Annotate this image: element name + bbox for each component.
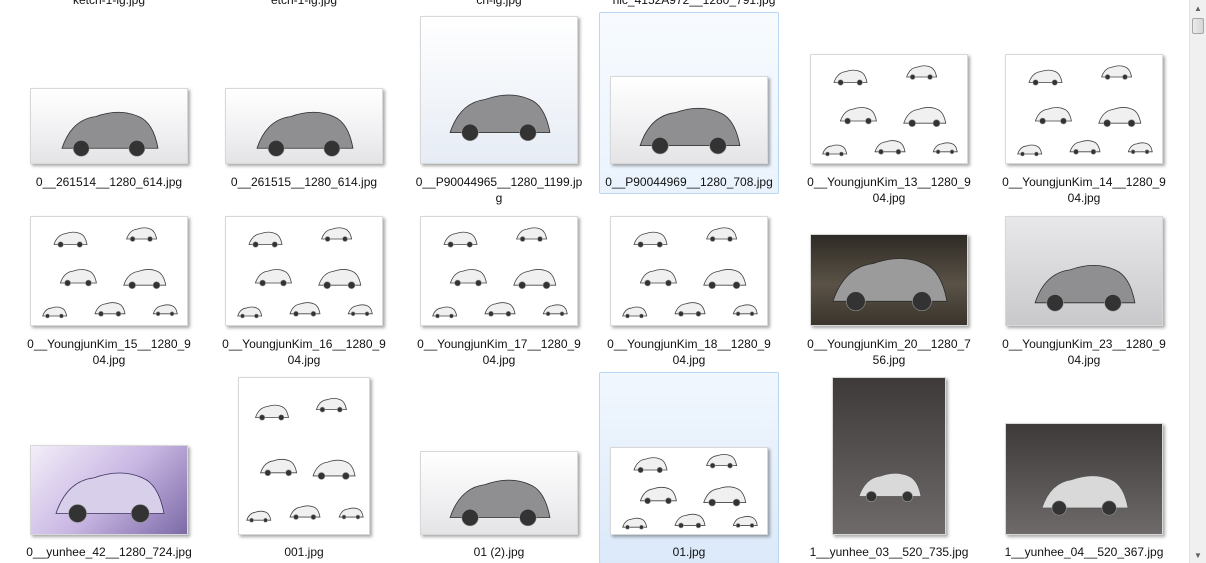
- sports-car-render-thumbnail: [420, 451, 578, 535]
- file-name-line: 0__YoungjunKim_23__1280_9: [1002, 337, 1166, 351]
- file-name-label: 01.jpg: [600, 544, 778, 560]
- hatchback-render-thumbnail: [30, 88, 188, 164]
- file-name-label: 0__YoungjunKim_16__1280_9 04.jpg: [215, 336, 393, 368]
- coupe-render-thumbnail: [810, 234, 968, 326]
- file-item[interactable]: 0__YoungjunKim_13__1280_9 04.jpg: [799, 12, 979, 210]
- file-name-label: 0__YoungjunKim_15__1280_9 04.jpg: [20, 336, 198, 368]
- file-name-label: 0__P90044969__1280_708.jpg: [600, 174, 778, 190]
- file-name-label: 0__261515__1280_614.jpg: [215, 174, 393, 190]
- sketch-sheet-thumbnail: [1005, 54, 1163, 164]
- file-name-line: 04.jpg: [1067, 191, 1101, 205]
- luxury-sedan-thumbnail: [610, 76, 768, 164]
- file-item[interactable]: 0__YoungjunKim_20__1280_7 56.jpg: [799, 212, 979, 372]
- file-name-line: 01 (2).jpg: [473, 545, 525, 559]
- file-name-label: ch-lg.jpg: [410, 0, 588, 8]
- thumbnail-grid: ketch-1-lg.jpg etch-1-lg.jpg ch-lg.jpg nlc_…: [0, 0, 1188, 563]
- file-name-label: 001.jpg: [215, 544, 393, 560]
- file-name-line: 1__yunhee_04__520_367.jpg: [1004, 545, 1164, 559]
- file-name-label: ketch-1-lg.jpg: [20, 0, 198, 8]
- model-car-photo-thumbnail: [1005, 423, 1163, 535]
- file-item[interactable]: etch-1-lg.jpg: [214, 0, 394, 12]
- file-name-line: 001.jpg: [284, 545, 324, 559]
- file-item[interactable]: 0__YoungjunKim_14__1280_9 04.jpg: [994, 12, 1174, 210]
- file-name-line: 01.jpg: [672, 545, 706, 559]
- presentation-board-thumbnail: [610, 447, 768, 535]
- vertical-scrollbar[interactable]: ▲ ▼: [1189, 0, 1206, 563]
- file-item[interactable]: 01.jpg: [599, 372, 779, 563]
- sketch-and-render-thumbnail: [238, 377, 370, 535]
- file-name-line: nlc_4152A972__1280_791.jpg: [612, 0, 776, 7]
- scroll-up-arrow-icon[interactable]: ▲: [1190, 0, 1206, 16]
- file-name-line: 04.jpg: [287, 353, 321, 367]
- file-item[interactable]: 0__261514__1280_614.jpg: [19, 12, 199, 194]
- file-name-line: 0__YoungjunKim_16__1280_9: [222, 337, 386, 351]
- file-name-line: 04.jpg: [872, 191, 906, 205]
- file-item[interactable]: 0__YoungjunKim_23__1280_9 04.jpg: [994, 212, 1174, 372]
- file-name-label: 0__YoungjunKim_14__1280_9 04.jpg: [995, 174, 1173, 206]
- file-name-label: 1__yunhee_04__520_367.jpg: [995, 544, 1173, 560]
- file-name-line: 0__261515__1280_614.jpg: [230, 175, 378, 189]
- file-item[interactable]: 1__yunhee_03__520_735.jpg: [799, 372, 979, 563]
- gullwing-render-thumbnail: [1005, 216, 1163, 326]
- file-name-line: 0__YoungjunKim_14__1280_9: [1002, 175, 1166, 189]
- file-name-label: nlc_4152A972__1280_791.jpg: [605, 0, 783, 8]
- file-name-line: 04.jpg: [482, 353, 516, 367]
- file-name-line: 04.jpg: [92, 353, 126, 367]
- file-name-label: 01 (2).jpg: [410, 544, 588, 560]
- sketch-sheet-thumbnail: [30, 216, 188, 326]
- file-item[interactable]: ch-lg.jpg: [409, 0, 589, 12]
- file-name-label: 0__YoungjunKim_18__1280_9 04.jpg: [600, 336, 778, 368]
- file-item[interactable]: nlc_4152A972__1280_791.jpg: [604, 0, 784, 12]
- file-name-line: 0__YoungjunKim_13__1280_9: [807, 175, 971, 189]
- sketch-sheet-thumbnail: [810, 54, 968, 164]
- file-name-label: 0__YoungjunKim_17__1280_9 04.jpg: [410, 336, 588, 368]
- hatchback-render-thumbnail: [225, 88, 383, 164]
- file-name-line: ketch-1-lg.jpg: [72, 0, 146, 7]
- file-item[interactable]: ketch-1-lg.jpg: [19, 0, 199, 12]
- file-name-line: 0__P90044965__1280_1199.jp: [415, 175, 583, 189]
- file-name-line: 1__yunhee_03__520_735.jpg: [809, 545, 969, 559]
- file-name-label: 0__261514__1280_614.jpg: [20, 174, 198, 190]
- file-item[interactable]: 1__yunhee_04__520_367.jpg: [994, 372, 1174, 563]
- file-item[interactable]: 0__YoungjunKim_15__1280_9 04.jpg: [19, 212, 199, 372]
- file-name-label: 0__YoungjunKim_23__1280_9 04.jpg: [995, 336, 1173, 368]
- file-item[interactable]: 0__P90044969__1280_708.jpg: [599, 12, 779, 194]
- sketch-sheet-thumbnail: [610, 216, 768, 326]
- concept-render-thumbnail: [30, 445, 188, 535]
- file-name-label: 0__YoungjunKim_20__1280_7 56.jpg: [800, 336, 978, 368]
- file-name-line: 0__P90044969__1280_708.jpg: [605, 175, 773, 189]
- file-name-line: 04.jpg: [1067, 353, 1101, 367]
- file-name-line: ch-lg.jpg: [476, 0, 522, 7]
- sedan-sketch-thumbnail: [420, 16, 578, 164]
- file-item[interactable]: 0__P90044965__1280_1199.jpg: [409, 12, 589, 210]
- file-item[interactable]: 0__yunhee_42__1280_724.jpg: [19, 372, 199, 563]
- file-name-label: 1__yunhee_03__520_735.jpg: [800, 544, 978, 560]
- file-name-line: 0__YoungjunKim_17__1280_9: [417, 337, 581, 351]
- sketch-sheet-thumbnail: [420, 216, 578, 326]
- file-name-label: 0__yunhee_42__1280_724.jpg: [20, 544, 198, 560]
- file-name-line: etch-1-lg.jpg: [270, 0, 338, 7]
- file-item[interactable]: 0__261515__1280_614.jpg: [214, 12, 394, 194]
- file-name-label: 0__P90044965__1280_1199.jpg: [410, 174, 588, 206]
- file-name-line: 0__YoungjunKim_20__1280_7: [807, 337, 971, 351]
- scroll-down-arrow-icon[interactable]: ▼: [1190, 547, 1206, 563]
- file-item[interactable]: 0__YoungjunKim_17__1280_9 04.jpg: [409, 212, 589, 372]
- file-name-line: 0__YoungjunKim_15__1280_9: [27, 337, 191, 351]
- exhibition-photo-thumbnail: [832, 377, 946, 535]
- file-name-line: g: [495, 191, 503, 205]
- file-name-line: 0__yunhee_42__1280_724.jpg: [26, 545, 192, 559]
- file-name-line: 04.jpg: [672, 353, 706, 367]
- file-item[interactable]: 0__YoungjunKim_18__1280_9 04.jpg: [599, 212, 779, 372]
- file-name-label: etch-1-lg.jpg: [215, 0, 393, 8]
- sketch-sheet-thumbnail: [225, 216, 383, 326]
- file-name-line: 56.jpg: [872, 353, 906, 367]
- file-item[interactable]: 0__YoungjunKim_16__1280_9 04.jpg: [214, 212, 394, 372]
- file-name-line: 0__261514__1280_614.jpg: [35, 175, 183, 189]
- scrollbar-thumb[interactable]: [1192, 18, 1204, 34]
- file-name-line: 0__YoungjunKim_18__1280_9: [607, 337, 771, 351]
- file-name-label: 0__YoungjunKim_13__1280_9 04.jpg: [800, 174, 978, 206]
- file-item[interactable]: 001.jpg: [214, 372, 394, 563]
- file-item[interactable]: 01 (2).jpg: [409, 372, 589, 563]
